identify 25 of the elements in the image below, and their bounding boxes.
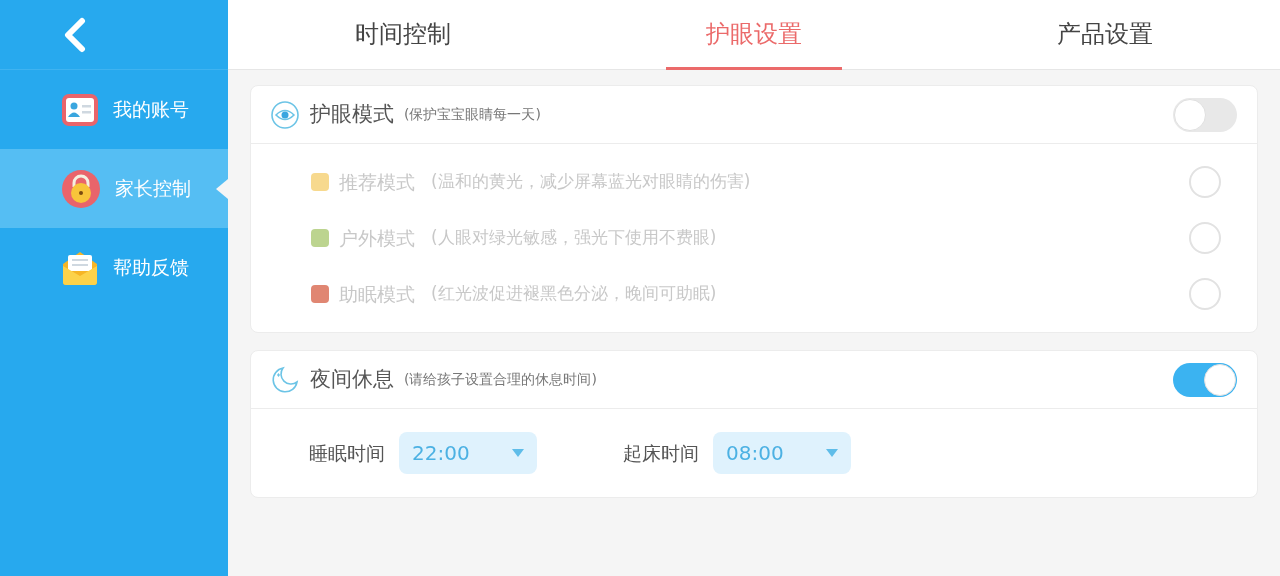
section-subtitle: (请给孩子设置合理的休息时间) — [404, 370, 597, 389]
section-subtitle: (保护宝宝眼睛每一天) — [404, 105, 541, 124]
sidebar-item[interactable]: 家长控制 — [0, 149, 228, 228]
section-title: 护眼模式 — [310, 100, 394, 128]
tab[interactable]: 时间控制 — [315, 0, 492, 70]
section-title: 夜间休息 — [310, 365, 394, 393]
moon-icon — [271, 365, 299, 394]
time-dropdown[interactable]: 22:00 — [399, 432, 537, 474]
eye-icon — [271, 100, 299, 129]
padlock-icon — [61, 168, 101, 209]
id-card-icon — [61, 92, 99, 127]
dropdown-caret-icon — [512, 449, 524, 457]
tab[interactable]: 产品设置 — [1016, 0, 1193, 70]
toggle-switch[interactable] — [1173, 362, 1237, 397]
sidebar-item[interactable]: 我的账号 — [0, 70, 228, 149]
toggle-switch[interactable] — [1173, 97, 1237, 132]
back-icon[interactable] — [62, 16, 88, 53]
envelope-icon — [61, 249, 99, 286]
tab[interactable]: 护眼设置 — [666, 0, 842, 70]
dropdown-caret-icon — [826, 449, 838, 457]
sidebar-item[interactable]: 帮助反馈 — [0, 228, 228, 307]
time-label: 睡眠时间 — [309, 440, 385, 466]
selection-pointer — [216, 179, 228, 199]
time-dropdown[interactable]: 08:00 — [713, 432, 851, 474]
time-label: 起床时间 — [623, 440, 699, 466]
